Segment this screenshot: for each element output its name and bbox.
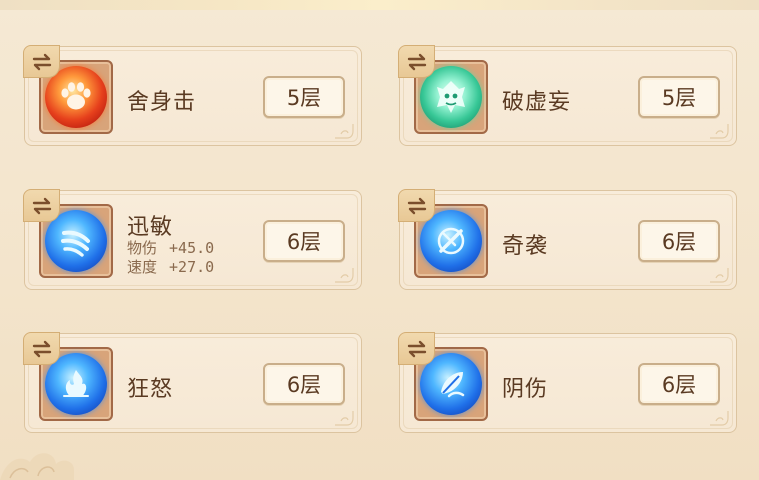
swap-arrows-icon: [32, 197, 51, 214]
skill-name: 舍身击: [127, 90, 197, 115]
skill-level-button[interactable]: 6层: [638, 220, 720, 262]
swap-button[interactable]: [398, 189, 435, 222]
skill-name: 奇袭: [502, 234, 549, 259]
skill-name: 破虚妄: [502, 90, 572, 115]
swap-arrows-icon: [407, 197, 426, 214]
skill-name: 迅敏: [127, 215, 174, 240]
swap-arrows-icon: [32, 53, 51, 70]
swap-button[interactable]: [23, 45, 60, 78]
swap-arrows-icon: [32, 340, 51, 357]
corner-ornament: [335, 124, 354, 139]
corner-ornament: [710, 268, 729, 283]
swap-button[interactable]: [398, 332, 435, 365]
skill-card-2: 破虚妄 5层: [398, 45, 737, 146]
top-strip: [0, 0, 759, 10]
stat-label: 物伤: [127, 239, 158, 257]
stat-row: 物伤 +45.0: [127, 239, 214, 258]
corner-ornament: [710, 124, 729, 139]
stat-label: 速度: [127, 258, 158, 276]
skill-level-button[interactable]: 6层: [263, 363, 345, 405]
corner-ornament: [335, 411, 354, 426]
skill-card-5: 狂怒 6层: [23, 332, 362, 433]
corner-ornament: [335, 268, 354, 283]
corner-ornament: [710, 411, 729, 426]
swap-arrows-icon: [407, 53, 426, 70]
skill-name: 狂怒: [127, 377, 174, 402]
skill-stats: 物伤 +45.0 速度 +27.0: [127, 239, 214, 277]
swap-button[interactable]: [23, 332, 60, 365]
stat-value: +27.0: [169, 258, 215, 276]
swap-button[interactable]: [23, 189, 60, 222]
swap-button[interactable]: [398, 45, 435, 78]
skill-level-button[interactable]: 5层: [263, 76, 345, 118]
skill-card-1: 舍身击 5层: [23, 45, 362, 146]
swap-arrows-icon: [407, 340, 426, 357]
skill-card-3: 迅敏 物伤 +45.0 速度 +27.0 6层: [23, 189, 362, 290]
skill-card-4: 奇袭 6层: [398, 189, 737, 290]
skill-level-button[interactable]: 5层: [638, 76, 720, 118]
skill-card-6: 阴伤 6层: [398, 332, 737, 433]
skill-name: 阴伤: [502, 377, 549, 402]
skill-level-button[interactable]: 6层: [263, 220, 345, 262]
stat-value: +45.0: [169, 239, 215, 257]
stat-row: 速度 +27.0: [127, 258, 214, 277]
skill-level-button[interactable]: 6层: [638, 363, 720, 405]
